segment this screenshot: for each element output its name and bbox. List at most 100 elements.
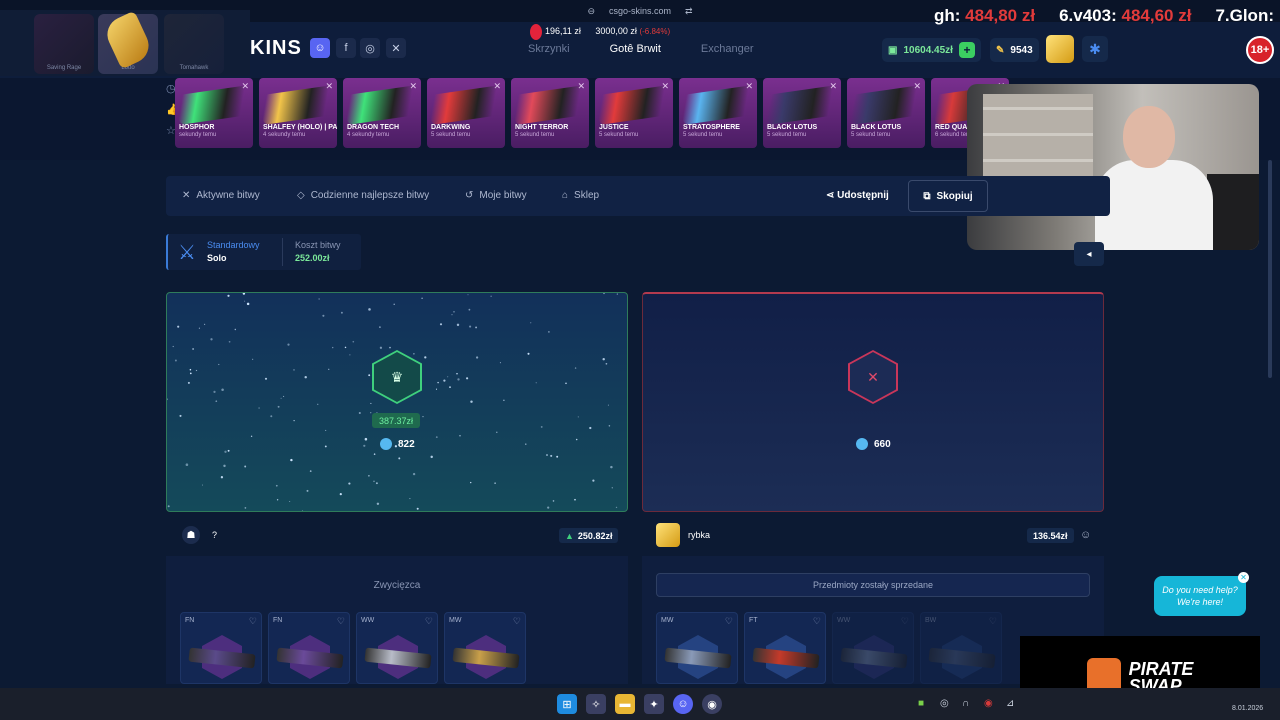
won-item-card[interactable]: FN ♡ [180,612,262,684]
star-dot [363,444,366,447]
won-item-card[interactable]: BW ♡ [920,612,1002,684]
instagram-icon[interactable]: ◎ [360,38,380,58]
star-dot [413,353,415,355]
headset-icon[interactable]: ∩ [962,698,969,709]
deposit-button[interactable]: + [958,42,975,58]
arrow-up-icon: ▲ [565,530,574,541]
tab-shop[interactable]: ⌂ Sklep [562,190,599,201]
age-badge: 18+ [1246,36,1274,64]
tab-daily-best[interactable]: ◇ Codzienne najlepsze bitwy [297,190,429,201]
pencil-icon: ✎ [996,44,1005,56]
feed-drop-item[interactable]: ✕DARKWING5 sekund temu [427,78,505,148]
emoji-icon[interactable]: ☺ [1080,529,1091,541]
drop-name: DRAGON TECH [347,124,400,131]
star-dot [187,381,190,384]
shield-icon: ♡ [988,616,997,626]
browser-icon[interactable]: ✦ [644,694,664,714]
feed-drop-item[interactable]: ✕BLACK LOTUS5 sekund temu [763,78,841,148]
star-dot [328,368,330,370]
windows-start-icon[interactable]: ⊞ [557,694,577,714]
discord-taskbar-icon[interactable]: ☺ [673,694,693,714]
won-item-card[interactable]: MW ♡ [444,612,526,684]
won-item-card[interactable]: MW ♡ [656,612,738,684]
copy-button[interactable]: ⧉ Skopiuj [908,180,988,212]
won-item-card[interactable]: WW ♡ [832,612,914,684]
tray-app-icon[interactable]: ◉ [984,698,993,709]
star-dot [451,314,453,316]
star-dot [527,352,530,355]
star-dot [610,465,613,469]
feed-drop-item[interactable]: ✕DRAGON TECH4 sekundy temu [343,78,421,148]
nav-exchanger[interactable]: Exchanger [701,43,754,55]
thumb-case-1[interactable]: Saving Rage [34,14,94,74]
feed-drop-item[interactable]: ✕HOSPHORsekundy temu [175,78,253,148]
tab-icon[interactable]: ⊖ [587,6,595,17]
right-player[interactable]: rybka [656,522,710,548]
won-item-card[interactable]: FN ♡ [268,612,350,684]
star-dot [525,443,527,445]
feed-drop-item[interactable]: ✕BLACK LOTUS5 sekund temu [847,78,925,148]
star-dot [189,372,192,375]
star-dot [283,395,285,397]
item-condition: FN [185,617,195,624]
star-dot [258,407,260,409]
star-dot [213,390,216,394]
left-player[interactable]: ☗ ? [182,522,217,548]
star-dot [339,493,342,496]
user-avatar[interactable] [1046,35,1074,63]
star-dot [246,302,250,306]
steam-icon[interactable]: ◎ [940,698,949,709]
tab-active-battles[interactable]: ✕ Aktywne bitwy [182,190,260,201]
won-item-card[interactable]: WW ♡ [356,612,438,684]
help-close-icon[interactable]: ✕ [1238,572,1249,583]
translate-icon[interactable]: ⇄ [685,6,693,17]
feed-drop-item[interactable]: ✕JUSTICE5 sekund temu [595,78,673,148]
nav-cases[interactable]: Skrzynki [528,43,570,55]
star-dot [370,402,372,404]
thumb-case-3[interactable]: Tomahawk [164,14,224,74]
folder-icon[interactable]: ▬ [615,694,635,714]
share-button[interactable]: ⋖ Udostępnij [826,190,889,201]
star-dot [430,455,433,459]
star-dot [574,367,577,369]
scrollbar[interactable] [1268,160,1272,378]
feed-drop-item[interactable]: ✕NIGHT TERROR5 sekund temu [511,78,589,148]
nav-battle[interactable]: Gotê Brwit [610,43,661,55]
star-dot [322,314,325,317]
star-dot [289,500,291,503]
star-dot [340,311,343,314]
star-dot [607,404,609,406]
feed-drop-item[interactable]: ✕STRATOSPHERE5 sekund temu [679,78,757,148]
nvidia-icon[interactable]: ■ [918,698,924,709]
star-dot [503,399,505,401]
x-icon[interactable]: ✕ [386,38,406,58]
facebook-icon[interactable]: f [336,38,356,58]
star-dot [540,425,543,428]
balance-display[interactable]: ▣ 10604.45zł + [882,38,981,62]
item-condition: MW [661,617,674,624]
star-dot [189,368,192,371]
star-dot [358,411,361,415]
help-chat-bubble[interactable]: Do you need help? We're here! [1154,576,1246,616]
obs-icon[interactable]: ◉ [702,694,722,714]
drop-name: HOSPHOR [179,124,215,131]
won-item-card[interactable]: FT ♡ [744,612,826,684]
coins-display[interactable]: ✎ 9543 [990,38,1039,62]
sound-button[interactable]: ◂ [1074,242,1104,266]
discord-icon[interactable]: ☺ [310,38,330,58]
star-dot [435,436,438,438]
tab-my-battles[interactable]: ↺ Moje bitwy [465,190,527,201]
feed-drop-item[interactable]: ✕SHALFEY (HOLO) | PARIS 20234 sekundy te… [259,78,337,148]
star-dot [244,300,246,302]
star-dot [424,356,427,359]
app-icon[interactable]: ✧ [586,694,606,714]
star-dot [280,397,282,399]
site-logo[interactable]: KINS [250,37,302,60]
right-gems: 660 [856,438,891,450]
browser-url[interactable]: csgo-skins.com [609,6,671,16]
settings-gear-icon[interactable]: ✱ [1082,36,1108,62]
network-icon[interactable]: ⊿ [1006,698,1014,709]
live-dot [530,24,542,40]
left-gems: 822 [380,438,415,450]
main-nav: Skrzynki Gotê Brwit Exchanger [528,43,754,55]
